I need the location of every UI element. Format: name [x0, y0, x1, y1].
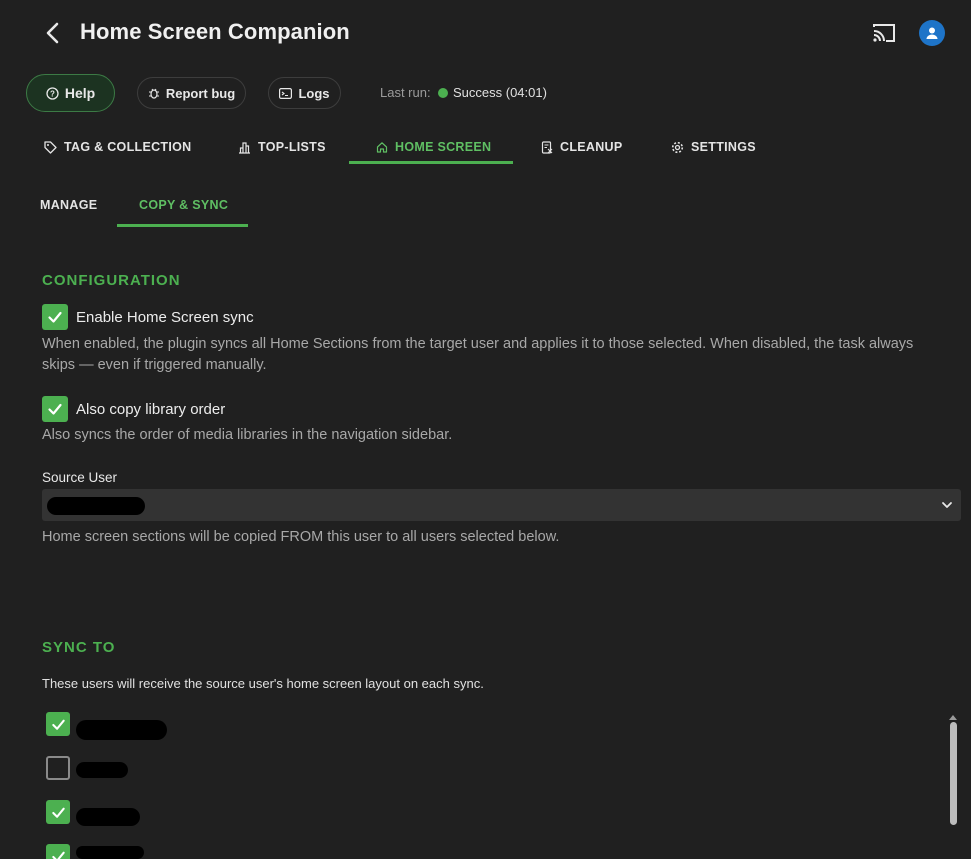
redacted-user-name — [76, 762, 128, 778]
redacted-user-name — [76, 720, 167, 740]
active-tab-indicator — [349, 161, 513, 164]
copy-order-checkbox[interactable] — [42, 396, 68, 422]
tab-settings[interactable]: SETTINGS — [671, 130, 756, 164]
svg-text:?: ? — [50, 89, 55, 98]
user-icon — [926, 27, 938, 39]
check-icon — [51, 807, 65, 818]
source-user-label: Source User — [42, 470, 118, 485]
redacted-value — [47, 497, 145, 515]
user-checkbox[interactable] — [46, 800, 70, 824]
back-button[interactable] — [40, 18, 68, 48]
help-label: Help — [64, 85, 96, 101]
check-icon — [51, 719, 65, 730]
user-checkbox[interactable] — [46, 712, 70, 736]
scroll-up-arrow-icon — [949, 715, 957, 720]
terminal-icon — [279, 87, 293, 99]
status-dot — [438, 88, 448, 98]
configuration-heading: CONFIGURATION — [42, 272, 181, 289]
tab-label: TOP-LISTS — [258, 140, 326, 154]
home-icon — [376, 142, 388, 153]
header: Home Screen Companion — [0, 0, 971, 66]
logs-button[interactable]: Logs — [268, 77, 341, 109]
bug-icon — [148, 88, 159, 99]
last-run-label: Last run: — [380, 85, 431, 100]
cast-icon — [873, 24, 895, 42]
user-checkbox[interactable] — [46, 756, 70, 780]
redacted-user-name — [76, 846, 144, 859]
check-icon — [51, 851, 65, 859]
last-run-status: Success (04:01) — [453, 85, 547, 100]
tab-tag-collection[interactable]: TAG & COLLECTION — [44, 130, 191, 164]
tab-label: CLEANUP — [560, 140, 623, 154]
tab-home-screen[interactable]: HOME SCREEN — [376, 130, 491, 164]
subtab-copy-sync[interactable]: COPY & SYNC — [139, 198, 228, 212]
plugin-page: Home Screen Companion ? Help Report bug … — [0, 0, 971, 859]
chevron-left-icon — [46, 22, 59, 44]
logs-label: Logs — [298, 85, 330, 101]
tab-label: SETTINGS — [691, 140, 756, 154]
active-subtab-indicator — [117, 224, 248, 227]
page-title: Home Screen Companion — [80, 19, 350, 44]
tab-label: HOME SCREEN — [395, 140, 492, 154]
check-icon — [48, 403, 62, 415]
enable-sync-label: Enable Home Screen sync — [76, 309, 254, 326]
source-user-select[interactable] — [42, 489, 961, 521]
enable-sync-description: When enabled, the plugin syncs all Home … — [42, 336, 914, 373]
copy-order-label: Also copy library order — [76, 401, 226, 418]
check-icon — [48, 311, 62, 323]
report-bug-label: Report bug — [165, 85, 236, 101]
cast-button[interactable] — [871, 20, 897, 46]
sync-to-description: These users will receive the source user… — [42, 676, 484, 691]
report-bug-button[interactable]: Report bug — [137, 77, 246, 109]
source-user-description: Home screen sections will be copied FROM… — [42, 529, 560, 545]
gear-icon — [671, 141, 684, 153]
redacted-user-name — [76, 808, 140, 826]
user-checkbox[interactable] — [46, 844, 70, 859]
bar-chart-icon — [239, 141, 250, 154]
tab-top-lists[interactable]: TOP-LISTS — [238, 130, 326, 164]
scrollbar-thumb[interactable] — [950, 722, 957, 825]
avatar-button[interactable] — [919, 20, 945, 46]
tab-label: TAG & COLLECTION — [64, 140, 192, 154]
help-icon: ? — [46, 86, 59, 100]
subtab-manage[interactable]: MANAGE — [40, 198, 97, 212]
enable-sync-checkbox[interactable] — [42, 304, 68, 330]
chevron-down-icon — [942, 502, 952, 508]
sync-to-heading: SYNC TO — [42, 639, 116, 656]
cleanup-icon — [541, 140, 553, 154]
help-button[interactable]: ? Help — [26, 74, 115, 112]
tab-cleanup[interactable]: CLEANUP — [541, 130, 623, 164]
tag-icon — [44, 140, 57, 154]
copy-order-description: Also syncs the order of media libraries … — [42, 427, 453, 443]
